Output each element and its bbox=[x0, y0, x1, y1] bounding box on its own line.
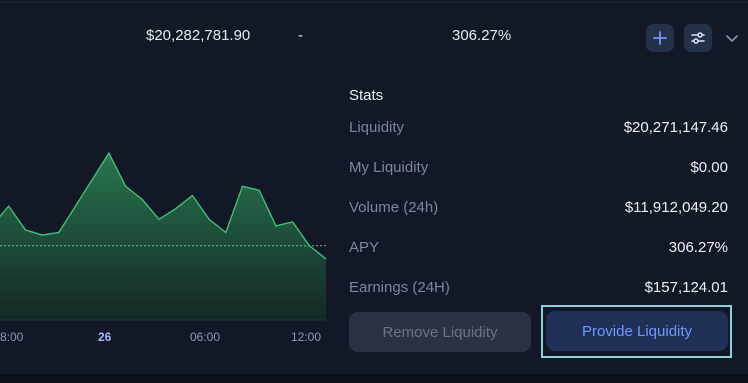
x-tick-label: 12:00 bbox=[291, 330, 322, 344]
chart-svg bbox=[0, 151, 327, 321]
stat-value-earnings: $157,124.01 bbox=[644, 279, 728, 296]
provide-liquidity-button[interactable]: Provide Liquidity bbox=[546, 311, 728, 351]
x-tick-label: 8:00 bbox=[0, 330, 24, 344]
x-tick-label: 26 bbox=[98, 330, 112, 344]
stat-value-apy: 306.27% bbox=[668, 239, 728, 256]
x-tick-label: 06:00 bbox=[190, 330, 221, 344]
chart-area bbox=[0, 153, 326, 320]
plus-icon bbox=[653, 31, 667, 45]
collapse-button[interactable] bbox=[722, 28, 742, 48]
pool-details-panel: $20,282,781.90 - 306.27% 8:00 26 06:00 1… bbox=[0, 0, 748, 374]
stat-value-liquidity: $20,271,147.46 bbox=[623, 119, 728, 136]
stat-label-earnings: Earnings (24H) bbox=[349, 279, 450, 296]
pool-settings-button[interactable] bbox=[684, 24, 712, 52]
stat-value-my-liquidity: $0.00 bbox=[690, 159, 728, 176]
liquidity-chart bbox=[0, 100, 332, 350]
stats-title: Stats bbox=[349, 87, 384, 104]
footer-strip bbox=[0, 374, 748, 383]
divider bbox=[0, 2, 748, 3]
stat-value-volume: $11,912,049.20 bbox=[624, 199, 728, 216]
pool-apy-value: 306.27% bbox=[452, 27, 512, 44]
stat-label-liquidity: Liquidity bbox=[349, 119, 405, 136]
add-liquidity-button[interactable] bbox=[646, 24, 674, 52]
chevron-down-icon bbox=[726, 35, 738, 42]
stat-label-volume: Volume (24h) bbox=[349, 199, 439, 216]
stat-label-my-liquidity: My Liquidity bbox=[349, 159, 429, 176]
stat-label-apy: APY bbox=[349, 239, 380, 256]
pool-liquidity-value: $20,282,781.90 bbox=[146, 27, 251, 44]
sliders-icon bbox=[691, 32, 705, 44]
remove-liquidity-button[interactable]: Remove Liquidity bbox=[349, 312, 531, 352]
pool-volume-value: - bbox=[298, 27, 303, 44]
